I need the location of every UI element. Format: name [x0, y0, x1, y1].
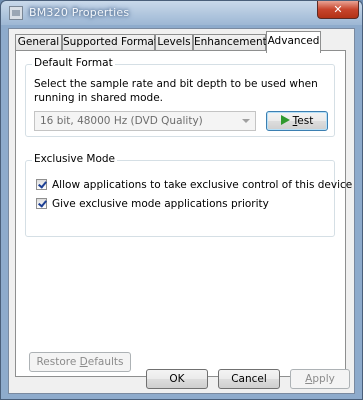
- ok-button[interactable]: OK: [146, 369, 208, 389]
- exclusive-mode-group: Exclusive Mode Allow applications to tak…: [25, 153, 352, 237]
- default-format-selected-value: 16 bit, 48000 Hz (DVD Quality): [40, 115, 203, 127]
- test-button[interactable]: Test: [266, 111, 328, 131]
- exclusive-priority-checkbox[interactable]: [36, 198, 47, 209]
- restore-defaults-label-rest: efaults: [87, 356, 124, 368]
- tab-levels[interactable]: Levels: [155, 34, 193, 51]
- title-bar[interactable]: BM320 Properties ✕: [1, 1, 362, 25]
- apply-button[interactable]: Apply: [290, 369, 350, 389]
- dialog-client-area: General Supported Formats Levels Enhance…: [8, 28, 355, 394]
- cancel-button[interactable]: Cancel: [218, 369, 280, 389]
- speaker-device-icon: [9, 6, 23, 20]
- tab-advanced[interactable]: Advanced: [266, 31, 321, 53]
- advanced-tab-panel: Default Format Select the sample rate an…: [15, 50, 352, 377]
- restore-defaults-label-prefix: Restore: [36, 356, 80, 368]
- chevron-down-icon: [242, 119, 250, 123]
- properties-window: BM320 Properties ✕ General Supported For…: [0, 0, 363, 400]
- default-format-description: Select the sample rate and bit depth to …: [34, 78, 318, 104]
- exclusive-mode-group-label: Exclusive Mode: [32, 153, 118, 165]
- window-title: BM320 Properties: [29, 6, 130, 19]
- exclusive-priority-label[interactable]: Give exclusive mode applications priorit…: [52, 197, 269, 211]
- play-icon: [280, 115, 290, 125]
- tab-supported-formats[interactable]: Supported Formats: [62, 34, 163, 51]
- allow-exclusive-control-checkbox[interactable]: [36, 179, 47, 190]
- tab-enhancements[interactable]: Enhancements: [193, 34, 272, 51]
- restore-defaults-button[interactable]: Restore Defaults: [29, 352, 131, 372]
- default-format-group-label: Default Format: [32, 57, 115, 69]
- close-button[interactable]: ✕: [317, 1, 359, 19]
- close-icon: ✕: [333, 3, 343, 16]
- restore-defaults-mnemonic: D: [79, 356, 88, 368]
- allow-exclusive-control-label[interactable]: Allow applications to take exclusive con…: [52, 178, 352, 192]
- apply-button-label-rest: pply: [312, 373, 335, 385]
- default-format-group: Default Format Select the sample rate an…: [25, 57, 335, 137]
- tab-general[interactable]: General: [15, 34, 62, 51]
- default-format-select[interactable]: 16 bit, 48000 Hz (DVD Quality): [34, 111, 256, 131]
- test-button-label-rest: est: [297, 115, 314, 127]
